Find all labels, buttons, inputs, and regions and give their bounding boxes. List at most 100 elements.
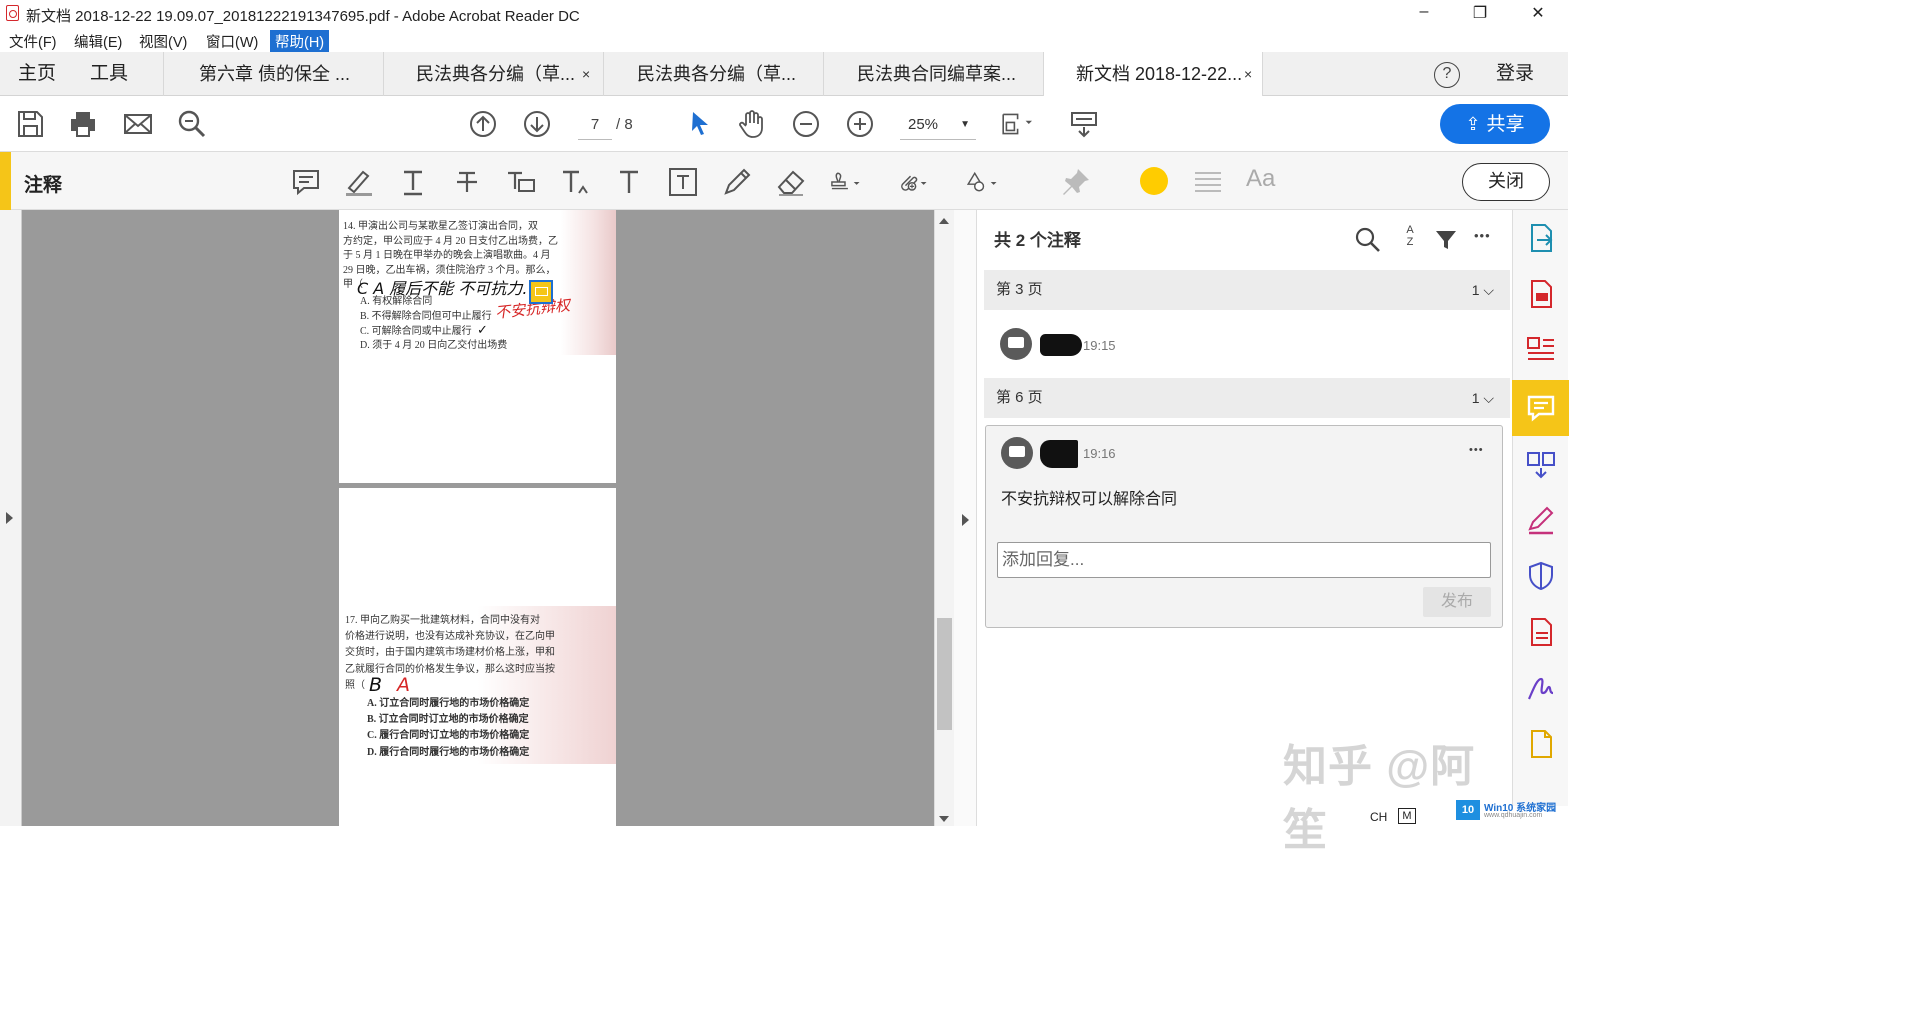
comment-icon: [1009, 446, 1025, 457]
line-width-icon[interactable]: [1192, 166, 1224, 198]
menu-help[interactable]: 帮助(H): [270, 30, 330, 53]
menu-edit[interactable]: 编辑(E): [69, 30, 127, 53]
more-tools-icon[interactable]: [1525, 728, 1557, 760]
reply-input[interactable]: 添加回复...: [997, 542, 1491, 578]
hand-tool-icon[interactable]: [736, 108, 768, 140]
scroll-up-icon[interactable]: [939, 218, 949, 224]
scroll-down-icon[interactable]: [939, 816, 949, 822]
combine-files-icon[interactable]: [1525, 448, 1557, 480]
fit-page-icon[interactable]: [1000, 108, 1032, 140]
close-tab-icon[interactable]: ×: [582, 52, 590, 96]
attach-file-icon[interactable]: [896, 166, 928, 198]
comment-more-icon[interactable]: •••: [1469, 444, 1484, 456]
page-total: / 8: [616, 116, 633, 133]
ime-indicator[interactable]: CH: [1370, 810, 1387, 824]
collapse-panel-icon[interactable]: [962, 514, 969, 526]
previous-page-icon[interactable]: [467, 108, 499, 140]
option-d: D. 履行合同时履行地的市场价格确定: [367, 746, 530, 758]
expand-left-panel-icon[interactable]: [6, 512, 13, 524]
doc-tab-label: 民法典各分编（草...: [637, 64, 797, 84]
underline-text-icon[interactable]: [397, 166, 429, 198]
shapes-icon[interactable]: [966, 166, 998, 198]
selected-comment-card[interactable]: 19:16 ••• 不安抗辩权可以解除合同 添加回复... 发布: [985, 425, 1503, 628]
panel-splitter[interactable]: [954, 210, 977, 826]
post-reply-button[interactable]: 发布: [1423, 587, 1491, 617]
comment-tool-active[interactable]: [1512, 380, 1569, 436]
doc-tab-label: 第六章 债的保全 ...: [199, 64, 351, 84]
pencil-draw-icon[interactable]: [721, 166, 753, 198]
doc-tab-label: 新文档 2018-12-22...: [1076, 64, 1243, 84]
insert-text-icon[interactable]: [559, 166, 591, 198]
comment-timestamp: 19:15: [1083, 338, 1116, 353]
search-comments-icon[interactable]: [1354, 226, 1382, 254]
doc-tab-4[interactable]: 民法典合同编草案...: [823, 52, 1043, 96]
filter-comments-icon[interactable]: [1434, 228, 1458, 252]
doc-tab-3[interactable]: 民法典各分编（草...: [603, 52, 823, 96]
strikethrough-text-icon[interactable]: [451, 166, 483, 198]
eraser-icon[interactable]: [775, 166, 807, 198]
export-pdf-icon[interactable]: [1525, 222, 1557, 254]
select-cursor-icon[interactable]: [684, 108, 716, 140]
add-text-icon[interactable]: [613, 166, 645, 198]
share-button[interactable]: ⇪ 共享: [1440, 104, 1550, 144]
comment-icon: [1008, 337, 1024, 348]
doc-tab-5-active[interactable]: 新文档 2018-12-22... ×: [1043, 52, 1263, 97]
zoom-out-icon[interactable]: [790, 108, 822, 140]
option-b: B. 订立合同时订立地的市场价格确定: [367, 714, 529, 726]
acrobat-pdf-icon: [6, 5, 19, 21]
send-for-signature-icon[interactable]: [1525, 672, 1557, 704]
sticky-note-marker[interactable]: [529, 280, 553, 304]
send-for-review-icon[interactable]: [1525, 616, 1557, 648]
left-panel-toggle-strip[interactable]: [0, 210, 22, 826]
zoom-level-select[interactable]: 25% ▼: [900, 110, 976, 140]
email-icon[interactable]: [122, 108, 154, 140]
highlight-text-icon[interactable]: [343, 166, 375, 198]
comment-group-page-3[interactable]: 第 3 页 1 ⌵: [984, 270, 1510, 310]
badge-url: www.qdhuajin.com: [1484, 812, 1543, 819]
help-icon[interactable]: ?: [1434, 62, 1460, 88]
print-icon[interactable]: [67, 108, 99, 140]
doc-tab-2[interactable]: 民法典各分编（草... ×: [383, 52, 603, 96]
protect-icon[interactable]: [1525, 560, 1557, 592]
menu-view[interactable]: 视图(V): [134, 30, 192, 53]
restore-button[interactable]: ❐: [1466, 3, 1494, 25]
close-window-button[interactable]: ✕: [1524, 3, 1552, 25]
menu-window[interactable]: 窗口(W): [201, 30, 263, 53]
next-page-icon[interactable]: [521, 108, 553, 140]
read-mode-icon[interactable]: [1068, 108, 1100, 140]
minimize-button[interactable]: –: [1410, 3, 1438, 25]
comments-count-title: 共 2 个注释: [994, 231, 1081, 250]
stamp-icon[interactable]: [829, 166, 861, 198]
create-pdf-icon[interactable]: [1525, 278, 1557, 310]
doc-tab-1[interactable]: 第六章 债的保全 ...: [163, 52, 383, 96]
sort-comments-button[interactable]: A Z: [1402, 224, 1418, 248]
menu-file[interactable]: 文件(F): [4, 30, 62, 53]
handwriting-answer: B: [369, 674, 383, 696]
document-viewer[interactable]: 14. 甲演出公司与某歌星乙签订演出合同，双 方约定，甲公司应于 4 月 20 …: [22, 210, 934, 826]
text-line: 照（: [345, 679, 365, 691]
color-swatch[interactable]: [1140, 167, 1168, 195]
more-options-icon[interactable]: •••: [1474, 228, 1491, 243]
save-icon[interactable]: [14, 108, 46, 140]
close-tab-icon[interactable]: ×: [1244, 52, 1252, 96]
font-properties-button[interactable]: Aa: [1246, 165, 1275, 193]
close-comment-tool-button[interactable]: 关闭: [1462, 163, 1550, 201]
organize-pages-icon[interactable]: [1525, 334, 1557, 366]
input-mode-indicator[interactable]: M: [1398, 808, 1416, 824]
right-tools-rail: [1512, 210, 1569, 826]
page-number-input[interactable]: 7: [578, 110, 612, 140]
find-icon[interactable]: [176, 108, 208, 140]
pin-icon[interactable]: [1060, 166, 1092, 198]
login-link[interactable]: 登录: [1496, 52, 1534, 96]
replace-text-icon[interactable]: [505, 166, 537, 198]
tab-tools[interactable]: 工具: [90, 52, 128, 96]
win10-logo-icon: 10: [1456, 800, 1480, 820]
comment-group-page-6[interactable]: 第 6 页 1 ⌵: [984, 378, 1510, 418]
zoom-in-icon[interactable]: [844, 108, 876, 140]
scroll-thumb[interactable]: [937, 618, 952, 730]
sticky-note-icon[interactable]: [290, 166, 322, 198]
tab-home[interactable]: 主页: [18, 52, 56, 96]
vertical-scrollbar[interactable]: [934, 210, 954, 826]
fill-sign-icon[interactable]: [1525, 504, 1557, 536]
text-box-icon[interactable]: [667, 166, 699, 198]
